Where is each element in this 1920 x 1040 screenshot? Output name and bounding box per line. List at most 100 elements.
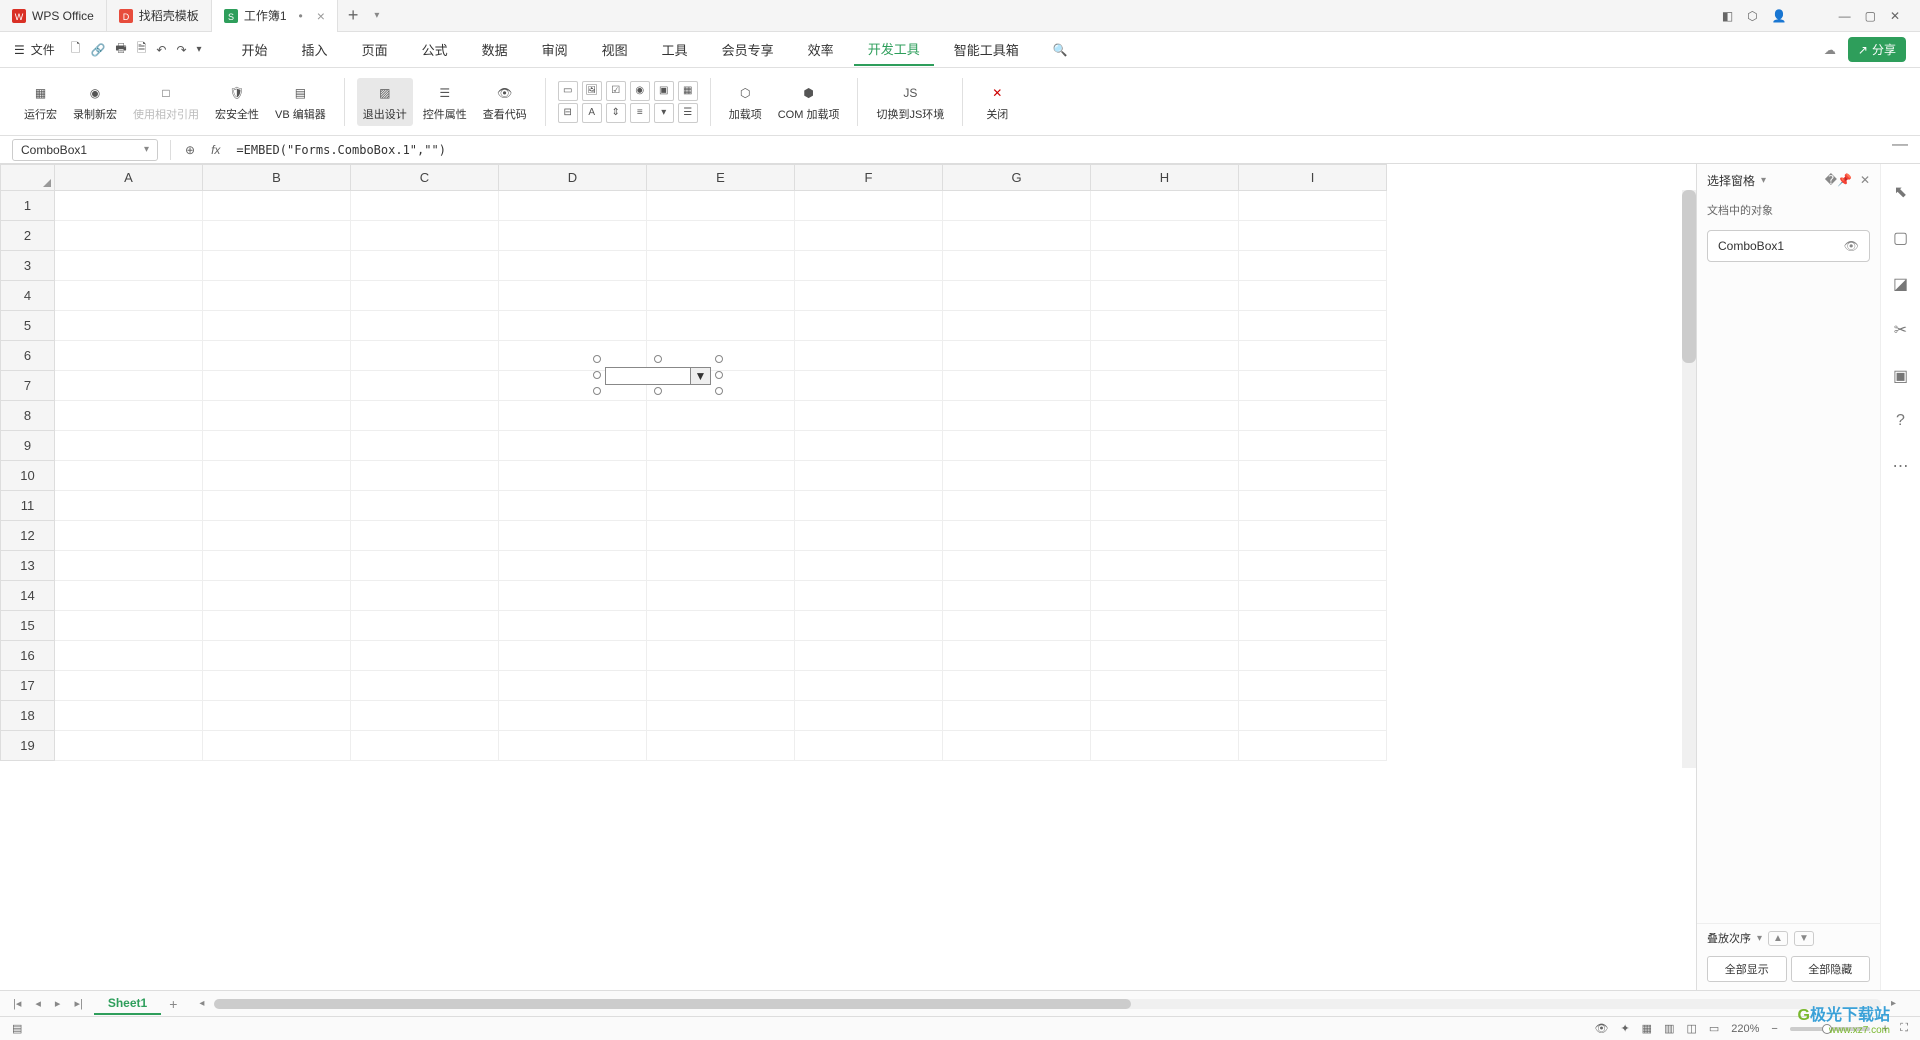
sheet-last-icon[interactable]: ▸| xyxy=(71,997,85,1010)
cell[interactable] xyxy=(499,461,647,491)
hscroll-thumb[interactable] xyxy=(214,999,1131,1009)
cell[interactable] xyxy=(499,491,647,521)
col-header[interactable]: B xyxy=(203,165,351,191)
cell[interactable] xyxy=(1239,371,1387,401)
cell[interactable] xyxy=(351,431,499,461)
hamburger-icon[interactable]: ☰ xyxy=(14,43,25,57)
cell[interactable] xyxy=(499,251,647,281)
control-group-icon[interactable]: ▣ xyxy=(654,81,674,101)
resize-handle-sw[interactable] xyxy=(593,387,601,395)
vscroll-thumb[interactable] xyxy=(1682,190,1696,363)
row-header[interactable]: 12 xyxy=(1,521,55,551)
cell[interactable] xyxy=(943,251,1091,281)
cell[interactable] xyxy=(203,611,351,641)
sheet-tab[interactable]: Sheet1 xyxy=(94,993,161,1015)
cell[interactable] xyxy=(203,641,351,671)
properties-icon[interactable]: ▢ xyxy=(1893,228,1908,248)
cell[interactable] xyxy=(1239,221,1387,251)
zoom-out-button[interactable]: − xyxy=(1771,1023,1777,1035)
row-header[interactable]: 18 xyxy=(1,701,55,731)
status-icon[interactable]: ▤ xyxy=(12,1022,22,1035)
cell[interactable] xyxy=(647,521,795,551)
ribbon-macro-security[interactable]: 🛡宏安全性 xyxy=(209,78,265,126)
cell[interactable] xyxy=(1091,221,1239,251)
cell[interactable] xyxy=(203,491,351,521)
cell[interactable] xyxy=(499,671,647,701)
cell[interactable] xyxy=(1239,461,1387,491)
cell[interactable] xyxy=(55,401,203,431)
sheet-prev-icon[interactable]: ◂ xyxy=(32,997,44,1010)
cell[interactable] xyxy=(55,581,203,611)
cell[interactable] xyxy=(499,611,647,641)
cell[interactable] xyxy=(203,731,351,761)
cell[interactable] xyxy=(1239,191,1387,221)
grid[interactable]: A B C D E F G H I 1234567891011121314151… xyxy=(0,164,1387,761)
combobox-dropdown-icon[interactable]: ▼ xyxy=(690,368,710,384)
cell[interactable] xyxy=(943,461,1091,491)
cell[interactable] xyxy=(795,431,943,461)
cell[interactable] xyxy=(55,671,203,701)
row-header[interactable]: 10 xyxy=(1,461,55,491)
cell[interactable] xyxy=(1091,491,1239,521)
zoom-value[interactable]: 220% xyxy=(1731,1023,1759,1035)
control-grid-icon[interactable]: ▦ xyxy=(678,81,698,101)
cell[interactable] xyxy=(55,461,203,491)
cell[interactable] xyxy=(943,311,1091,341)
cell[interactable] xyxy=(1239,611,1387,641)
add-tab-button[interactable]: + xyxy=(338,5,369,26)
fullscreen-icon[interactable]: ⛶ xyxy=(1900,1022,1908,1035)
pin-icon[interactable]: �📌 xyxy=(1825,173,1852,187)
tab-wps-office[interactable]: W WPS Office xyxy=(0,0,107,32)
cell[interactable] xyxy=(943,581,1091,611)
cell[interactable] xyxy=(351,491,499,521)
col-header[interactable]: A xyxy=(55,165,203,191)
resize-handle-se[interactable] xyxy=(715,387,723,395)
redo-icon[interactable]: ↷ xyxy=(176,43,186,57)
combobox-body[interactable]: ▼ xyxy=(605,367,711,385)
cell[interactable] xyxy=(943,731,1091,761)
row-header[interactable]: 7 xyxy=(1,371,55,401)
cell[interactable] xyxy=(1239,341,1387,371)
cell[interactable] xyxy=(499,731,647,761)
save-icon[interactable]: 🗋 xyxy=(71,39,81,60)
hscroll-left-icon[interactable]: ◂ xyxy=(199,998,204,1009)
cell[interactable] xyxy=(647,731,795,761)
cell[interactable] xyxy=(55,731,203,761)
close-icon[interactable]: ✕ xyxy=(1890,9,1900,23)
control-checkbox-icon[interactable]: ☑ xyxy=(606,81,626,101)
horizontal-scrollbar[interactable]: ◂ ▸ xyxy=(199,998,1896,1009)
menu-data[interactable]: 数据 xyxy=(468,34,522,65)
control-textbox-icon[interactable]: ⊟ xyxy=(558,103,578,123)
cell[interactable] xyxy=(795,551,943,581)
cell[interactable] xyxy=(1239,311,1387,341)
cell[interactable] xyxy=(203,401,351,431)
cell[interactable] xyxy=(499,401,647,431)
cell[interactable] xyxy=(647,491,795,521)
cell[interactable] xyxy=(1091,611,1239,641)
cell[interactable] xyxy=(203,431,351,461)
cell[interactable] xyxy=(55,281,203,311)
focus-icon[interactable]: ✦ xyxy=(1620,1022,1629,1035)
row-header[interactable]: 5 xyxy=(1,311,55,341)
cell[interactable] xyxy=(1091,701,1239,731)
collapse-icon[interactable]: — xyxy=(1892,136,1908,154)
cell[interactable] xyxy=(795,491,943,521)
cell[interactable] xyxy=(647,191,795,221)
row-header[interactable]: 6 xyxy=(1,341,55,371)
visibility-icon[interactable]: 👁 xyxy=(1844,239,1859,253)
cell[interactable] xyxy=(1239,671,1387,701)
control-button-icon[interactable]: ▭ xyxy=(558,81,578,101)
name-box[interactable]: ComboBox1 ▾ xyxy=(12,139,158,161)
resize-handle-w[interactable] xyxy=(593,371,601,379)
cell[interactable] xyxy=(55,221,203,251)
ribbon-close[interactable]: ✕关闭 xyxy=(975,78,1019,126)
cell[interactable] xyxy=(351,221,499,251)
cell[interactable] xyxy=(943,671,1091,701)
print-icon[interactable]: 🖶 xyxy=(115,39,126,60)
resize-handle-n[interactable] xyxy=(654,355,662,363)
undo-icon[interactable]: ↶ xyxy=(156,43,166,57)
show-all-button[interactable]: 全部显示 xyxy=(1707,956,1787,982)
cell[interactable] xyxy=(795,251,943,281)
cell[interactable] xyxy=(203,521,351,551)
cell[interactable] xyxy=(55,251,203,281)
